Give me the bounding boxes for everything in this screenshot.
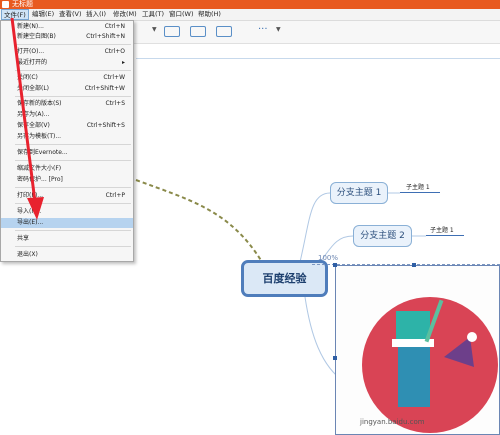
annotation-arrow xyxy=(10,17,44,220)
arrow-head xyxy=(27,197,44,220)
arrow-shaft xyxy=(10,17,38,211)
